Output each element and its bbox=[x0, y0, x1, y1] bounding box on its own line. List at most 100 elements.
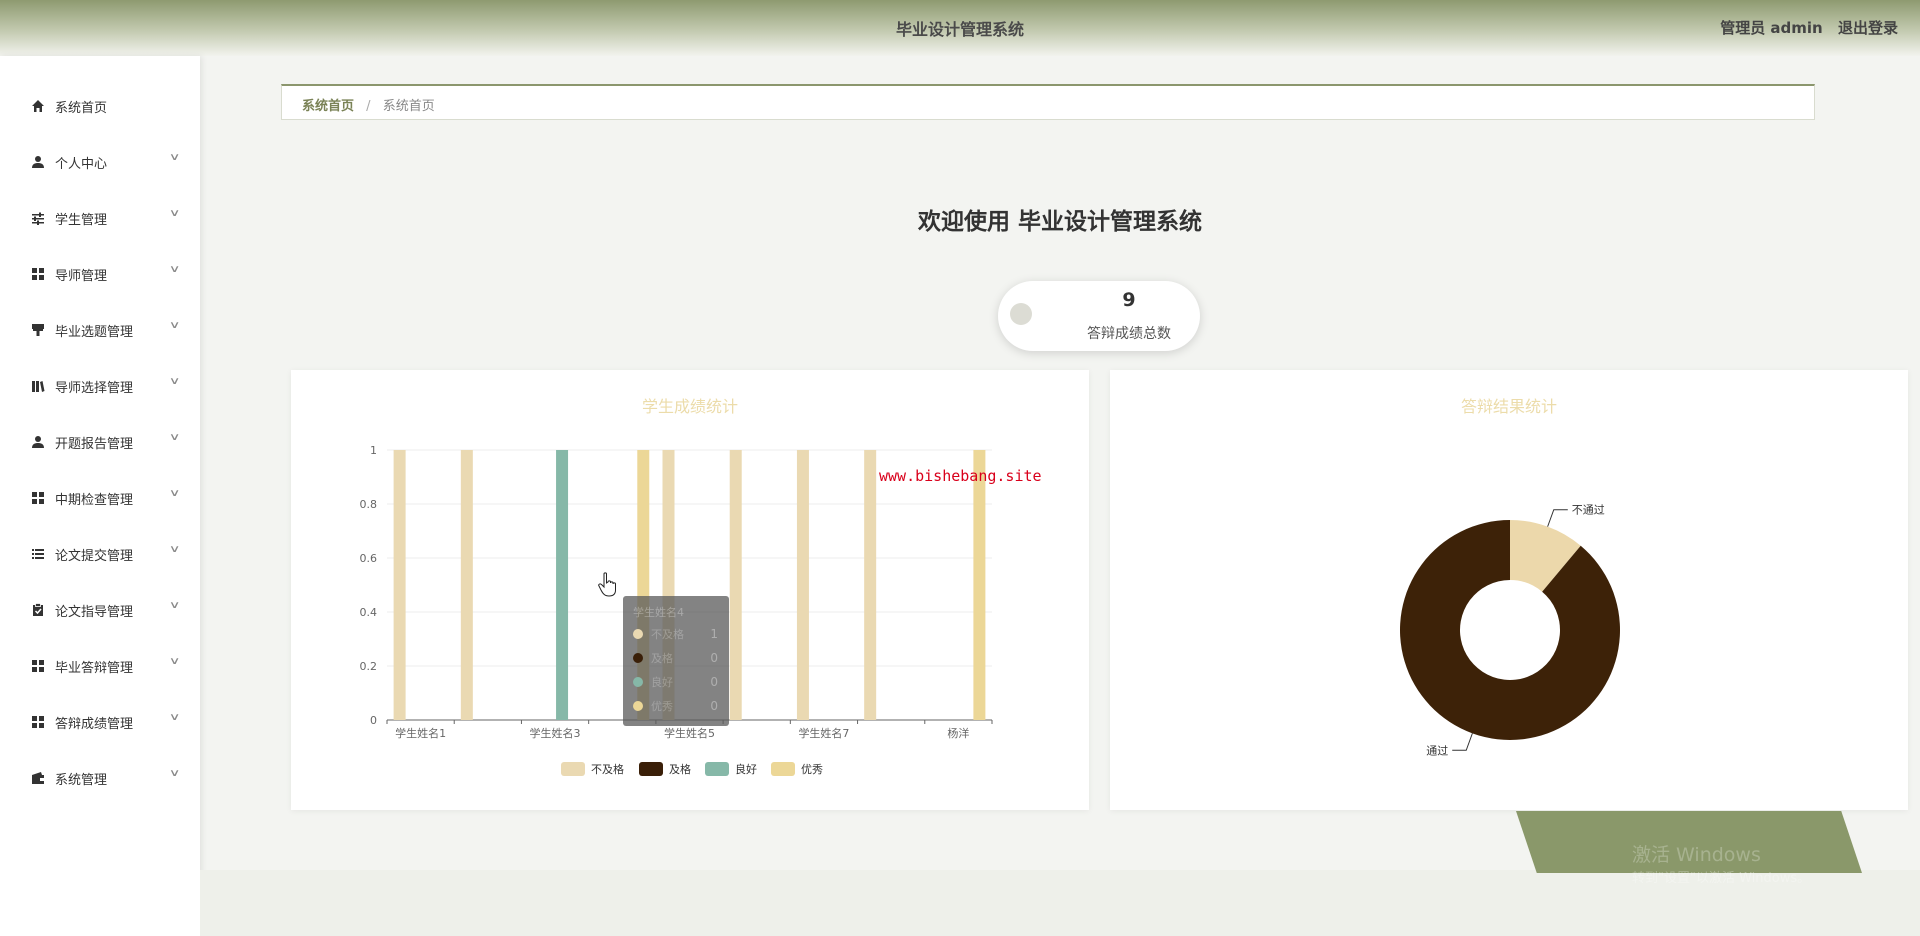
app-title: 毕业设计管理系统 bbox=[895, 20, 1024, 39]
site-watermark: www.bishebang.site bbox=[879, 467, 1042, 485]
clipboard-check-icon bbox=[30, 602, 46, 618]
tooltip-name: 优秀 bbox=[651, 700, 673, 713]
sidebar: 系统首页 个人中心 ∨ 学生管理 ∨ 导师管理 ∨ 毕业选题管理 ∨ 导师选择管理 ∨ 开题报告管理 ∨… bbox=[0, 56, 200, 936]
x-tick-label: 学生姓名1 bbox=[395, 726, 446, 740]
legend-swatch bbox=[771, 762, 795, 776]
bar bbox=[729, 450, 742, 720]
sidebar-item-3[interactable]: 导师管理 ∨ bbox=[0, 246, 200, 302]
stat-value: 9 bbox=[1122, 289, 1136, 311]
y-tick-label: 0.4 bbox=[360, 606, 378, 619]
pie-slice bbox=[1400, 520, 1620, 740]
bar bbox=[973, 450, 986, 720]
bar bbox=[460, 450, 473, 720]
sidebar-item-4[interactable]: 毕业选题管理 ∨ bbox=[0, 302, 200, 358]
y-tick-label: 0.6 bbox=[360, 552, 378, 565]
sidebar-item-8[interactable]: 论文提交管理 ∨ bbox=[0, 526, 200, 582]
sidebar-item-7[interactable]: 中期检查管理 ∨ bbox=[0, 470, 200, 526]
legend-swatch bbox=[639, 762, 663, 776]
pie-label: 通过 bbox=[1426, 744, 1448, 757]
chevron-down-icon: ∨ bbox=[168, 264, 181, 275]
user-icon bbox=[30, 434, 46, 450]
sidebar-item-9[interactable]: 论文指导管理 ∨ bbox=[0, 582, 200, 638]
tooltip-name: 良好 bbox=[651, 675, 673, 689]
sidebar-item-label: 论文提交管理 bbox=[55, 548, 134, 564]
sidebar-item-label: 系统首页 bbox=[55, 100, 108, 116]
chevron-down-icon: ∨ bbox=[168, 544, 181, 555]
legend-swatch bbox=[705, 762, 729, 776]
tooltip-dot bbox=[633, 701, 643, 711]
stat-label: 答辩成绩总数 bbox=[1087, 326, 1171, 342]
breadcrumb-current: 系统首页 bbox=[382, 99, 435, 114]
sidebar-item-1[interactable]: 个人中心 ∨ bbox=[0, 134, 200, 190]
tooltip-value: 1 bbox=[710, 627, 718, 641]
legend-label: 及格 bbox=[669, 762, 691, 776]
stat-card[interactable]: 9 答辩成绩总数 bbox=[998, 281, 1200, 351]
windows-activation-subtitle: 转到"设置"以激活 Windows。 bbox=[1632, 871, 1811, 886]
sidebar-item-6[interactable]: 开题报告管理 ∨ bbox=[0, 414, 200, 470]
sidebar-item-2[interactable]: 学生管理 ∨ bbox=[0, 190, 200, 246]
legend-label: 优秀 bbox=[801, 763, 823, 776]
tooltip-dot bbox=[633, 653, 643, 663]
chevron-down-icon: ∨ bbox=[168, 712, 181, 723]
defense-result-panel: 答辩结果统计 不通过 通过 bbox=[1110, 370, 1908, 810]
score-bar-chart[interactable]: 00.20.40.60.81学生姓名1 学生姓名3 学生姓名5 学生姓名7 杨洋不及格及… bbox=[291, 370, 1089, 810]
bar bbox=[393, 450, 406, 720]
top-bar: 毕业设计管理系统 管理员 admin 退出登录 bbox=[0, 0, 1920, 56]
pie-label-line bbox=[1452, 733, 1473, 751]
tooltip-name: 不及格 bbox=[651, 627, 684, 641]
chevron-down-icon: ∨ bbox=[168, 600, 181, 611]
score-chart-panel: 学生成绩统计 0 0.2 0.4 0.6 0.8 1 学生姓名1 学生姓名3 学生姓名5 学生姓名… bbox=[291, 370, 1089, 810]
chevron-down-icon: ∨ bbox=[168, 656, 181, 667]
breadcrumb-home-link[interactable]: 系统首页 bbox=[302, 99, 354, 114]
sliders-icon bbox=[30, 210, 46, 226]
sidebar-item-label: 导师选择管理 bbox=[55, 380, 134, 396]
breadcrumb-separator: / bbox=[366, 99, 371, 114]
home-icon bbox=[30, 98, 46, 114]
tooltip-value: 0 bbox=[710, 651, 718, 665]
sidebar-item-label: 个人中心 bbox=[55, 156, 108, 172]
list-icon bbox=[30, 546, 46, 562]
user-icon bbox=[30, 154, 46, 170]
sidebar-item-10[interactable]: 毕业答辩管理 ∨ bbox=[0, 638, 200, 694]
chevron-down-icon: ∨ bbox=[168, 432, 181, 443]
grid-icon bbox=[30, 266, 46, 282]
chart-tooltip: 学生姓名4 不及格 1 及格 0 良好 0 优秀 0 bbox=[623, 596, 729, 726]
windows-activation-title: 激活 Windows bbox=[1632, 844, 1761, 866]
sidebar-item-label: 毕业选题管理 bbox=[55, 324, 134, 340]
tooltip-value: 0 bbox=[710, 675, 718, 689]
x-tick-label: 学生姓名7 bbox=[798, 726, 849, 740]
tooltip-dot bbox=[633, 677, 643, 687]
defense-pie-chart[interactable]: 不通过通过 bbox=[1110, 370, 1908, 810]
tooltip-title: 学生姓名4 bbox=[633, 605, 684, 619]
tooltip-value: 0 bbox=[710, 699, 718, 713]
x-tick-label: 杨洋 bbox=[947, 726, 969, 740]
breadcrumb: 系统首页 / 系统首页 bbox=[281, 84, 1815, 120]
books-icon bbox=[30, 378, 46, 394]
stat-dot-icon bbox=[1010, 303, 1032, 325]
pie-label-line bbox=[1547, 509, 1568, 527]
hand-cursor-icon bbox=[598, 572, 616, 597]
bar bbox=[796, 450, 809, 720]
legend-label: 不及格 bbox=[591, 762, 624, 776]
sidebar-item-11[interactable]: 答辩成绩管理 ∨ bbox=[0, 694, 200, 750]
sidebar-item-12[interactable]: 系统管理 ∨ bbox=[0, 750, 200, 806]
x-tick-label: 学生姓名3 bbox=[530, 726, 581, 740]
wallet-icon bbox=[30, 770, 46, 786]
chevron-down-icon: ∨ bbox=[168, 488, 181, 499]
bar bbox=[864, 450, 877, 720]
pie-label: 不通过 bbox=[1572, 504, 1605, 517]
chevron-down-icon: ∨ bbox=[168, 768, 181, 779]
chevron-down-icon: ∨ bbox=[168, 208, 181, 219]
grid-icon bbox=[30, 658, 46, 674]
logout-link[interactable]: 退出登录 bbox=[1838, 19, 1898, 37]
sidebar-item-label: 毕业答辩管理 bbox=[55, 660, 134, 676]
bar bbox=[556, 450, 569, 720]
sidebar-item-5[interactable]: 导师选择管理 ∨ bbox=[0, 358, 200, 414]
sidebar-item-0[interactable]: 系统首页 bbox=[0, 78, 200, 134]
y-tick-label: 1 bbox=[370, 444, 377, 457]
user-name: 管理员 admin bbox=[1720, 19, 1823, 37]
sidebar-item-label: 开题报告管理 bbox=[55, 436, 134, 452]
chevron-down-icon: ∨ bbox=[168, 376, 181, 387]
sidebar-item-label: 中期检查管理 bbox=[55, 492, 134, 508]
y-tick-label: 0.8 bbox=[360, 498, 378, 511]
